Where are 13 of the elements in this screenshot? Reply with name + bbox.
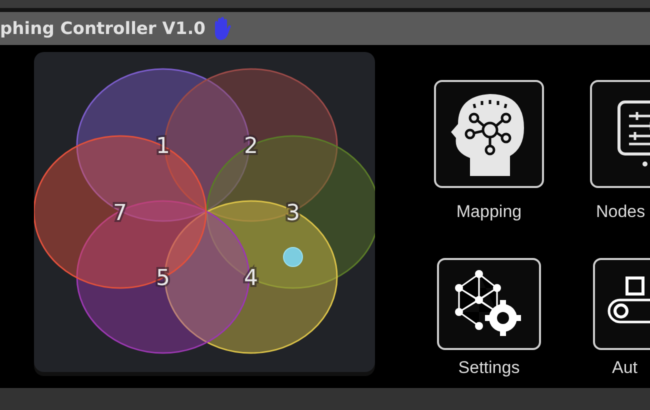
zone-label: 5 [156, 266, 170, 291]
window-title: phing Controller V1.0 [0, 18, 206, 38]
zone-label: 3 [286, 201, 300, 226]
zone-label: 7 [113, 201, 127, 226]
tile-label: Settings [458, 358, 520, 378]
tile-button[interactable] [437, 258, 541, 350]
tile-button[interactable] [434, 80, 544, 188]
cursor-dot[interactable] [283, 247, 303, 267]
zone-label: 2 [244, 134, 258, 159]
tile-label: Aut [612, 358, 638, 378]
tile-label: Mapping [456, 202, 522, 222]
tile-label: Nodes [596, 202, 646, 222]
zone-label: 1 [156, 134, 170, 159]
